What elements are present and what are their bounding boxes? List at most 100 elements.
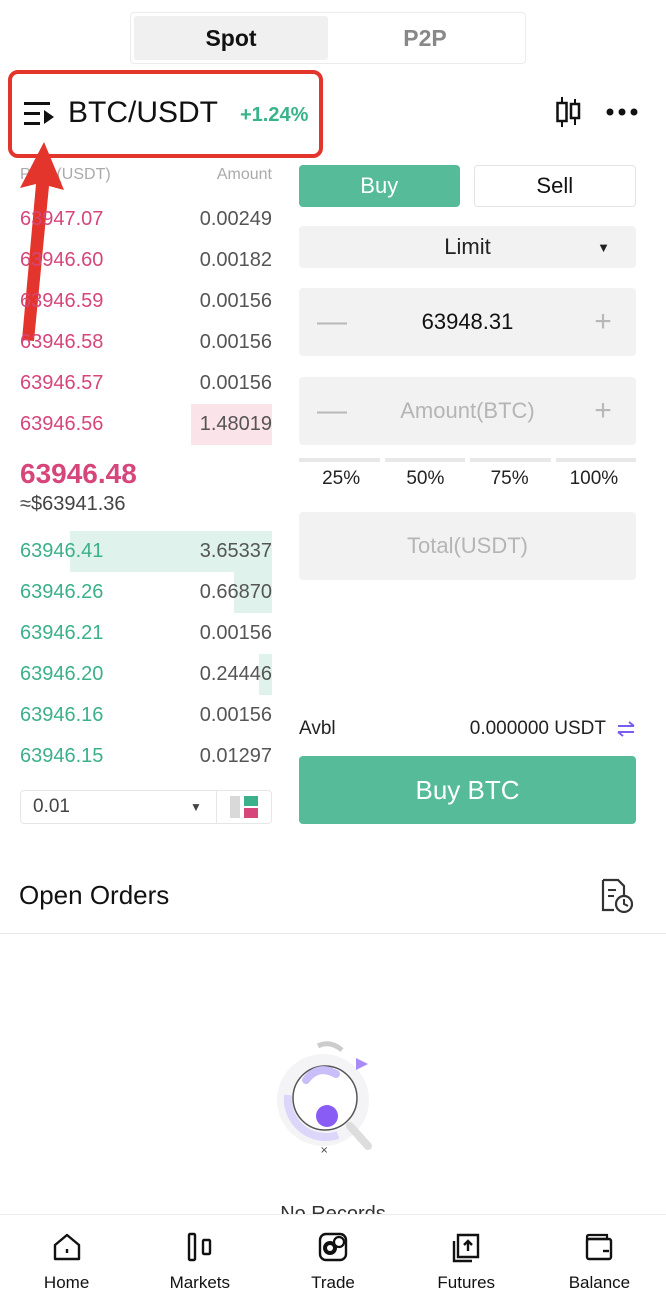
nav-home[interactable]: Home [0,1215,133,1316]
buy-btc-button[interactable]: Buy BTC [299,756,636,824]
nav-label: Trade [311,1273,355,1292]
ask-price: 63946.56 [20,413,104,435]
wallet-icon [586,1233,613,1261]
orderbook-amount-header: Amount [216,166,272,183]
bid-amount: 3.65337 [199,540,272,562]
last-price: 63946.48 [20,458,137,489]
nav-futures[interactable]: Futures [400,1215,533,1316]
available-balance: Avbl 0.000000 USDT [299,718,636,740]
bid-row[interactable]: 63946.16 0.00156 [20,695,272,736]
minus-icon[interactable]: — [299,305,365,339]
amount-input[interactable]: Amount(BTC) [365,398,570,424]
side-switch: Buy Sell [299,165,636,207]
candlestick-chart-icon[interactable] [556,95,582,129]
divider [0,933,666,934]
orderbook-header: Price(USDT) Amount [20,166,272,184]
chevron-down-icon: ▼ [597,240,610,255]
plus-icon[interactable]: + [570,394,636,428]
pair-name[interactable]: BTC/USDT [68,96,218,130]
ask-row[interactable]: 63946.59 0.00156 [20,281,272,322]
percent-100[interactable]: 100% [552,468,636,490]
plus-icon[interactable]: + [570,305,636,339]
percent-segment[interactable] [555,458,636,462]
ask-price: 63946.58 [20,331,104,353]
nav-trade[interactable]: Trade [266,1215,399,1316]
bid-price: 63946.16 [20,704,104,726]
bid-price: 63946.41 [20,540,104,562]
percent-75[interactable]: 75% [468,468,552,490]
last-price-usd: ≈$63941.36 [20,493,126,515]
ask-row[interactable]: 63946.56 1.48019 [20,404,272,445]
percent-labels: 25% 50% 75% 100% [299,468,636,490]
orderbook-layout-icon [230,796,258,818]
amount-field[interactable]: — Amount(BTC) + [299,377,636,445]
pair-list-icon[interactable] [24,100,56,128]
ask-row[interactable]: 63946.57 0.00156 [20,363,272,404]
percent-50[interactable]: 50% [383,468,467,490]
ask-price: 63946.60 [20,249,104,271]
nav-label: Home [43,1273,90,1292]
ask-amount: 0.00156 [199,372,272,394]
nav-markets[interactable]: Markets [133,1215,266,1316]
svg-text:×: × [320,1145,328,1155]
order-type-select[interactable]: Limit ▼ [299,226,636,268]
price-input[interactable]: 63948.31 [365,309,570,335]
buy-tab[interactable]: Buy [299,165,460,207]
open-orders-title: Open Orders [19,880,170,910]
total-field[interactable]: Total(USDT) [299,512,636,580]
trade-icon [318,1232,348,1262]
bid-amount: 0.01297 [199,745,272,767]
ask-row[interactable]: 63947.07 0.00249 [20,199,272,240]
ask-price: 63946.59 [20,290,104,312]
nav-label: Futures [437,1273,496,1292]
ask-row[interactable]: 63946.60 0.00182 [20,240,272,281]
ask-row[interactable]: 63946.58 0.00156 [20,322,272,363]
market-type-tabs: Spot P2P [130,12,526,64]
futures-icon [453,1233,480,1263]
bid-amount: 0.00156 [199,704,272,726]
bid-row[interactable]: 63946.15 0.01297 [20,736,272,777]
bottom-nav: Home Markets Trade Futures Balance [0,1214,666,1316]
order-history-icon[interactable] [600,878,634,914]
orderbook-view-toggle[interactable] [217,795,271,819]
percent-segment[interactable] [470,458,551,462]
percent-segment[interactable] [384,458,465,462]
bid-price: 63946.15 [20,745,104,767]
nav-label: Markets [169,1273,231,1292]
more-icon[interactable] [606,107,638,117]
nav-label: Balance [568,1273,631,1292]
bid-row[interactable]: 63946.20 0.24446 [20,654,272,695]
price-field[interactable]: — 63948.31 + [299,288,636,356]
precision-value[interactable]: 0.01 [21,796,176,818]
sell-tab[interactable]: Sell [473,165,636,207]
ask-amount: 0.00182 [199,249,272,271]
home-icon [53,1233,80,1261]
bid-row[interactable]: 63946.41 3.65337 [20,531,272,572]
bid-row[interactable]: 63946.26 0.66870 [20,572,272,613]
chevron-down-icon[interactable]: ▼ [176,800,216,814]
transfer-icon[interactable] [616,721,636,737]
total-input[interactable]: Total(USDT) [407,533,528,559]
tab-p2p[interactable]: P2P [328,16,522,60]
pair-selector[interactable]: BTC/USDT +1.24% [8,70,323,158]
ask-price: 63946.57 [20,372,104,394]
tab-spot[interactable]: Spot [134,16,328,60]
avbl-value: 0.000000 USDT [469,718,606,739]
ask-price: 63947.07 [20,208,104,230]
pair-change: +1.24% [240,104,309,126]
percent-25[interactable]: 25% [299,468,383,490]
nav-balance[interactable]: Balance [533,1215,666,1316]
ask-amount: 0.00156 [199,331,272,353]
precision-selector[interactable]: 0.01 ▼ [20,790,272,824]
bid-amount: 0.00156 [199,622,272,644]
bid-row[interactable]: 63946.21 0.00156 [20,613,272,654]
bid-price: 63946.21 [20,622,104,644]
bid-amount: 0.66870 [199,581,272,603]
bid-amount: 0.24446 [199,663,272,685]
percent-slider[interactable] [299,458,636,462]
bid-price: 63946.20 [20,663,104,685]
minus-icon[interactable]: — [299,394,365,428]
header-actions [556,95,638,129]
ask-amount: 1.48019 [199,413,272,435]
percent-segment[interactable] [299,458,380,462]
